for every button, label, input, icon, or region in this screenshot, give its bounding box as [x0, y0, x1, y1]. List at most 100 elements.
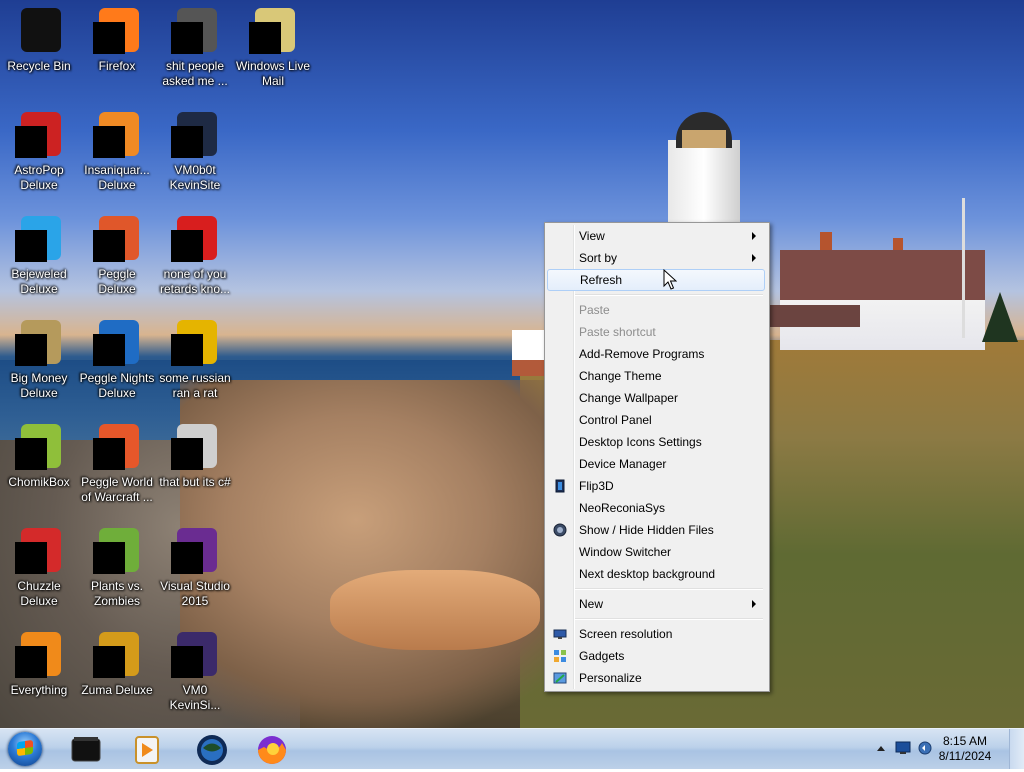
menu-separator [575, 618, 763, 620]
show-hidden-icons-icon[interactable] [877, 745, 885, 751]
astropop-icon [15, 110, 63, 158]
desktop-icon-plants-vs-zombies[interactable]: Plants vs. Zombies [78, 522, 156, 622]
desktop-icon-label: Bejeweled Deluxe [11, 267, 67, 296]
desktop-icon-vm0-kevinsite[interactable]: VM0 KevinSi... [156, 626, 234, 726]
menu-item-sort-by[interactable]: Sort by [547, 247, 765, 269]
menu-item-flip3d[interactable]: Flip3D [547, 475, 765, 497]
menu-item-label: Paste [579, 303, 610, 317]
menu-item-change-wallpaper[interactable]: Change Wallpaper [547, 387, 765, 409]
desktop-icon-that-but-csharp[interactable]: that but its c# [156, 418, 234, 518]
desktop-icon-chuzzle[interactable]: Chuzzle Deluxe [0, 522, 78, 622]
menu-item-refresh[interactable]: Refresh [547, 269, 765, 291]
mouse-cursor-icon [663, 269, 677, 290]
menu-item-new[interactable]: New [547, 593, 765, 615]
censor-box [15, 542, 47, 574]
desktop-icon-none-of-you[interactable]: none of you retards kno... [156, 210, 234, 310]
desktop-icon-visual-studio[interactable]: Visual Studio 2015 [156, 522, 234, 622]
taskbar-media-player-button[interactable] [122, 731, 174, 767]
menu-item-show-hide-hidden-files[interactable]: Show / Hide Hidden Files [547, 519, 765, 541]
desktop-icon-russian-rat[interactable]: some russian ran a rat [156, 314, 234, 414]
wallpaper-flagpole [962, 198, 965, 338]
menu-item-change-theme[interactable]: Change Theme [547, 365, 765, 387]
recycle-bin-icon [15, 6, 63, 54]
desktop-icon-recycle-bin[interactable]: Recycle Bin [0, 2, 78, 102]
censor-box [93, 542, 125, 574]
menu-item-label: Control Panel [579, 413, 652, 427]
desktop-icon-everything[interactable]: Everything [0, 626, 78, 726]
zuma-icon [93, 630, 141, 678]
menu-item-screen-resolution[interactable]: Screen resolution [547, 623, 765, 645]
menu-item-window-switcher[interactable]: Window Switcher [547, 541, 765, 563]
desktop-icon-windows-live-mail[interactable]: Windows Live Mail [234, 2, 312, 102]
censor-box [171, 542, 203, 574]
desktop-icon-label: AstroPop Deluxe [14, 163, 64, 192]
desktop-icon-label: Zuma Deluxe [81, 683, 153, 697]
show-desktop-button[interactable] [1009, 729, 1024, 769]
desktop-icon-folder-1[interactable]: shit people asked me ... [156, 2, 234, 102]
taskbar-firefox-button[interactable] [246, 731, 298, 767]
visual-studio-icon [171, 526, 219, 574]
desktop-icon-label: Plants vs. Zombies [90, 579, 144, 608]
censor-box [171, 230, 203, 262]
menu-item-desktop-icons-settings[interactable]: Desktop Icons Settings [547, 431, 765, 453]
menu-item-next-desktop-background[interactable]: Next desktop background [547, 563, 765, 585]
menu-item-view[interactable]: View [547, 225, 765, 247]
censor-box [171, 438, 203, 470]
menu-item-control-panel[interactable]: Control Panel [547, 409, 765, 431]
desktop-icon-astropop[interactable]: AstroPop Deluxe [0, 106, 78, 206]
menu-item-label: Flip3D [579, 479, 614, 493]
desktop-icon-label: VM0 KevinSi... [169, 683, 221, 712]
desktop-icon-chomikbox[interactable]: ChomikBox [0, 418, 78, 518]
desktop-icon-big-money[interactable]: Big Money Deluxe [0, 314, 78, 414]
menu-item-paste-shortcut[interactable]: Paste shortcut [547, 321, 765, 343]
desktop-icon-firefox[interactable]: Firefox [78, 2, 156, 102]
desktop-icon-zuma[interactable]: Zuma Deluxe [78, 626, 156, 726]
desktop-icon-peggle-wow[interactable]: Peggle World of Warcraft ... [78, 418, 156, 518]
chuzzle-icon [15, 526, 63, 574]
menu-item-paste[interactable]: Paste [547, 299, 765, 321]
menu-item-add-remove-programs[interactable]: Add-Remove Programs [547, 343, 765, 365]
menu-item-label: Gadgets [579, 649, 625, 663]
menu-item-personalize[interactable]: Personalize [547, 667, 765, 689]
censor-box [171, 126, 203, 158]
censor-box [93, 438, 125, 470]
menu-item-label: Show / Hide Hidden Files [579, 523, 714, 537]
desktop-icon-vm0b0t[interactable]: VM0b0t KevinSite [156, 106, 234, 206]
menu-item-label: Screen resolution [579, 627, 673, 641]
menu-item-label: Change Theme [579, 369, 662, 383]
personalize-icon [553, 672, 567, 684]
censor-box [93, 126, 125, 158]
peggle-icon [93, 214, 141, 262]
menu-item-device-manager[interactable]: Device Manager [547, 453, 765, 475]
taskbar-globe-button[interactable] [186, 731, 238, 767]
start-button[interactable] [4, 730, 48, 768]
globe-icon [197, 735, 227, 765]
desktop-icon-label: Firefox [98, 59, 136, 73]
censor-box [93, 22, 125, 54]
russian-rat-icon [171, 318, 219, 366]
desktop[interactable]: Recycle Bin Firefox shit people asked me .… [0, 0, 1024, 728]
menu-item-neoreconiasys[interactable]: NeoReconiaSys [547, 497, 765, 519]
menu-item-label: NeoReconiaSys [579, 501, 666, 515]
desktop-icon-peggle-nights[interactable]: Peggle Nights Deluxe [78, 314, 156, 414]
network-icon[interactable] [895, 741, 911, 755]
taskbar-app-black-button[interactable] [62, 731, 114, 767]
wallpaper-lighthouse-glass [682, 130, 726, 148]
desktop-icon-bejeweled[interactable]: Bejeweled Deluxe [0, 210, 78, 310]
censor-box [249, 22, 281, 54]
menu-item-label: Refresh [580, 273, 623, 287]
wallpaper-tree [982, 292, 1018, 342]
menu-item-gadgets[interactable]: Gadgets [547, 645, 765, 667]
desktop-icon-label: Visual Studio 2015 [160, 579, 230, 608]
screen-resolution-icon [553, 629, 567, 639]
menu-item-label: Desktop Icons Settings [579, 435, 702, 449]
recycle-bin-icon-image [21, 8, 61, 52]
wallpaper-house-roof [770, 305, 860, 327]
black-box-icon [71, 737, 101, 762]
taskbar-clock[interactable]: 8:15 AM 8/11/2024 [930, 734, 1000, 764]
desktop-icon-peggle[interactable]: Peggle Deluxe [78, 210, 156, 310]
censor-box [171, 334, 203, 366]
taskbar: 8:15 AM 8/11/2024 [0, 728, 1024, 769]
desktop-icon-insaniquarium[interactable]: Insaniquar... Deluxe [78, 106, 156, 206]
desktop-icon-label: Peggle Deluxe [98, 267, 136, 296]
